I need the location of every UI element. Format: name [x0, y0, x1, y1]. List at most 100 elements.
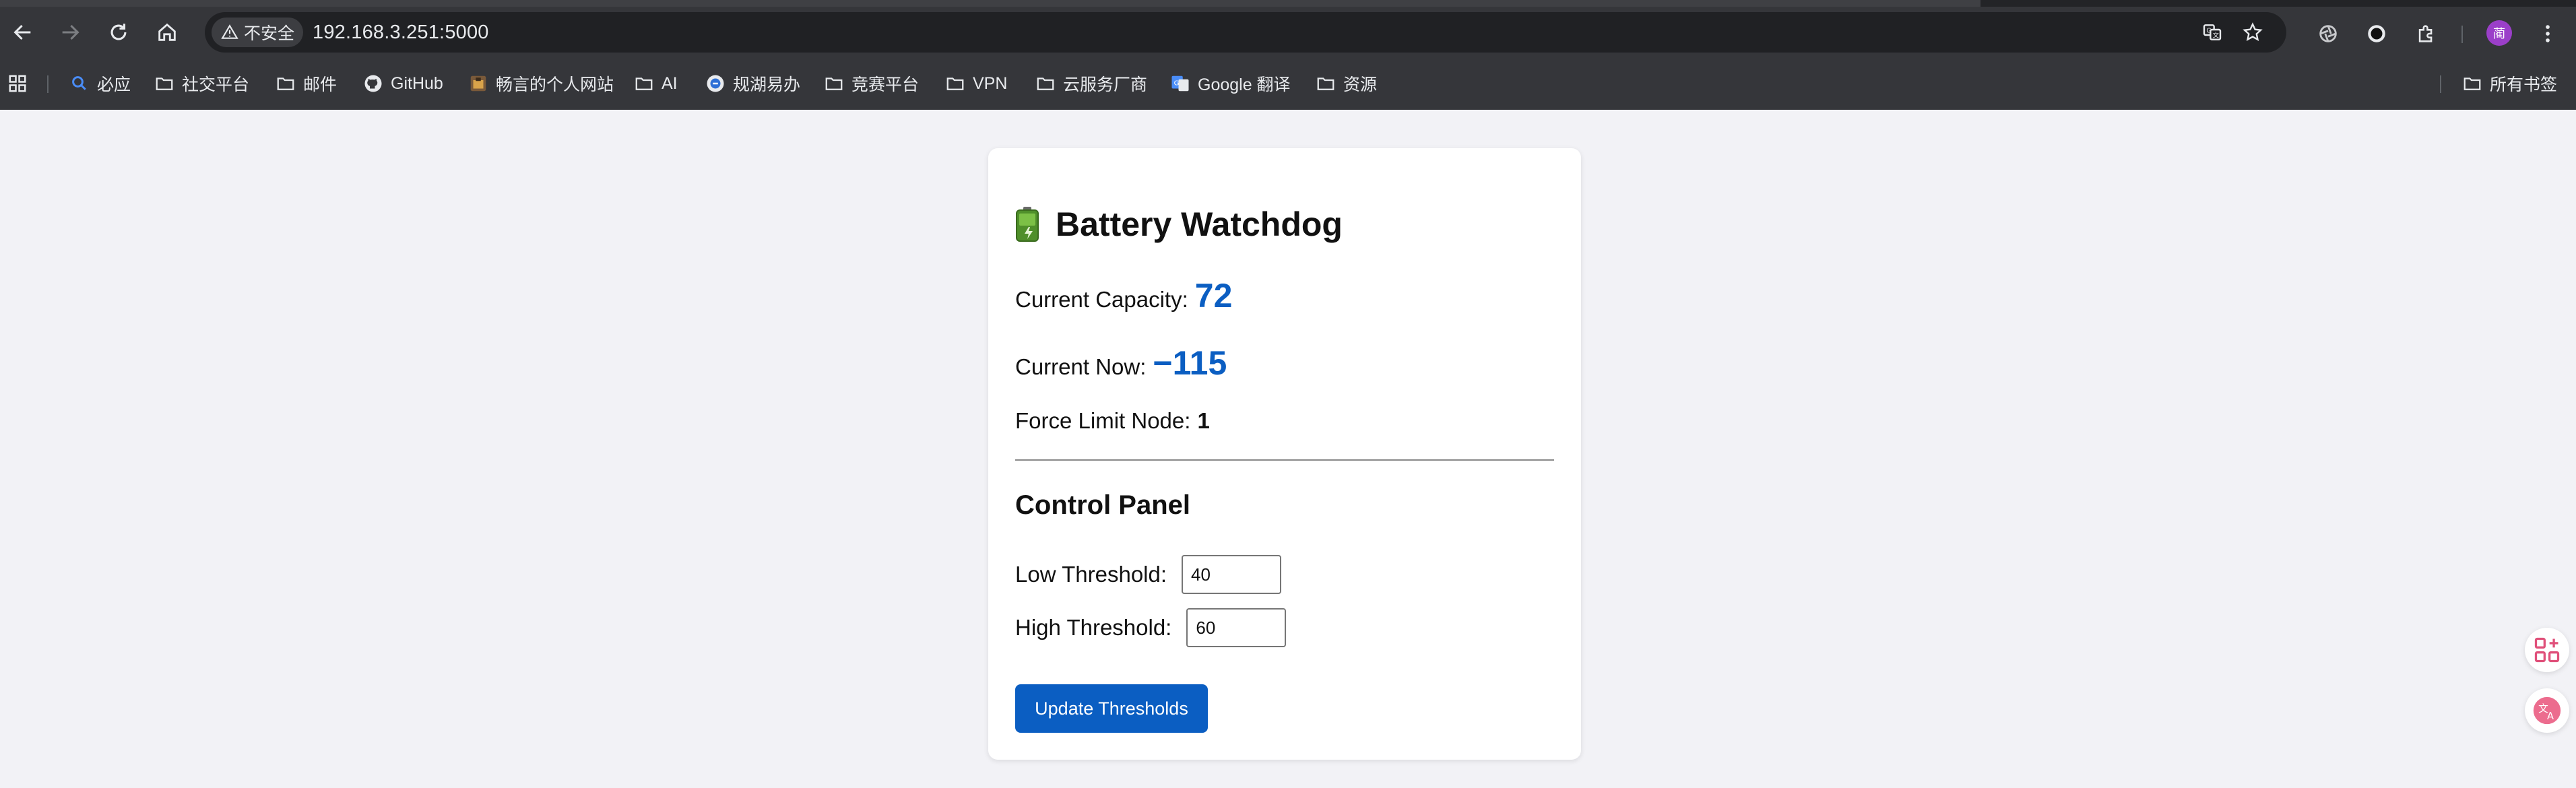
low-threshold-label: Low Threshold:: [1015, 562, 1167, 587]
search-icon: [72, 76, 86, 90]
divider: [1015, 459, 1554, 461]
github-icon: [364, 75, 382, 92]
arrow-right-icon: [62, 24, 79, 40]
security-indicator[interactable]: 不安全: [212, 18, 303, 47]
current-now-value: −115: [1153, 344, 1227, 382]
translate-page-button[interactable]: G文: [2199, 19, 2226, 46]
capacity-row: Current Capacity: 72: [1015, 276, 1232, 315]
control-panel-title: Control Panel: [1015, 490, 1191, 520]
browser-menu-button[interactable]: [2534, 20, 2561, 47]
current-now-row: Current Now: −115: [1015, 343, 1227, 383]
svg-text:文: 文: [2213, 31, 2219, 39]
warning-icon: [221, 24, 238, 39]
bookmark-google-translate[interactable]: G Google 翻译: [1169, 71, 1291, 96]
apps-button[interactable]: [7, 71, 35, 96]
bookmark-ai[interactable]: AI: [633, 71, 678, 96]
folder-icon: [825, 77, 843, 90]
google-translate-icon: G: [1171, 75, 1189, 92]
puzzle-icon: [2418, 25, 2433, 42]
bookmark-label: GitHub: [391, 73, 443, 93]
extension-button-2[interactable]: [2363, 20, 2390, 47]
force-limit-value: 1: [1197, 408, 1210, 433]
bookmark-personal-site[interactable]: 畅言的个人网站: [468, 71, 614, 96]
reload-button[interactable]: [102, 16, 135, 48]
capacity-label: Current Capacity:: [1015, 287, 1188, 312]
translate-icon: G文: [2203, 24, 2222, 40]
bookmark-service[interactable]: 规湖易办: [705, 71, 800, 96]
force-limit-label: Force Limit Node:: [1015, 408, 1191, 433]
folder-icon: [635, 77, 653, 90]
bookmark-github[interactable]: GitHub: [362, 71, 443, 96]
more-vertical-icon: [2546, 25, 2550, 42]
browser-chrome: 不安全 192.168.3.251:5000 G文 蔺 必应 社交平台 邮件 G…: [0, 0, 2576, 110]
low-threshold-input[interactable]: [1182, 555, 1282, 594]
folder-icon: [2464, 77, 2481, 90]
bookmark-label: 邮件: [303, 75, 337, 94]
bookmark-competitions[interactable]: 竞赛平台: [823, 71, 919, 96]
bookmark-label: VPN: [973, 73, 1008, 93]
folder-icon: [1037, 77, 1054, 90]
svg-text:A: A: [2547, 711, 2554, 722]
back-button[interactable]: [7, 16, 39, 48]
bookmark-label: 规湖易办: [733, 75, 801, 94]
bookmark-label: AI: [662, 73, 678, 93]
high-threshold-input[interactable]: [1186, 608, 1287, 647]
folder-icon: [1317, 77, 1334, 90]
bookmark-mail[interactable]: 邮件: [275, 71, 337, 96]
update-thresholds-button[interactable]: Update Thresholds: [1015, 684, 1208, 733]
aperture-icon: [2319, 25, 2337, 42]
folder-icon: [156, 77, 173, 90]
bookmark-label: 资源: [1343, 75, 1378, 94]
capacity-value: 72: [1194, 277, 1233, 315]
bookmark-vpn[interactable]: VPN: [944, 71, 1007, 96]
bookmark-label: 畅言的个人网站: [496, 75, 614, 94]
low-threshold-row: Low Threshold:: [1015, 555, 1282, 594]
browser-toolbar: 不安全 192.168.3.251:5000 G文 蔺: [0, 7, 2576, 58]
bookmark-bing[interactable]: 必应: [69, 71, 131, 96]
bookmark-star-button[interactable]: [2239, 19, 2266, 46]
reload-icon: [110, 24, 127, 40]
current-now-label: Current Now:: [1015, 354, 1147, 379]
translate-icon: 文A: [2533, 696, 2561, 725]
home-icon: [158, 23, 176, 41]
svg-text:G: G: [1174, 80, 1180, 88]
battery-icon: [1016, 207, 1039, 242]
extensions-menu-button[interactable]: [2413, 20, 2440, 47]
arrow-left-icon: [13, 24, 31, 40]
forward-button[interactable]: [54, 16, 86, 48]
apps-grid-icon: [9, 75, 26, 92]
svg-text:G: G: [2206, 28, 2211, 35]
bookmark-cloud[interactable]: 云服务厂商: [1035, 71, 1147, 96]
folder-icon: [277, 77, 294, 90]
folder-icon: [946, 77, 964, 90]
all-bookmarks-label: 所有书签: [2490, 75, 2558, 94]
site-favicon: [470, 75, 486, 92]
extension-button-1[interactable]: [2315, 20, 2342, 47]
url-text[interactable]: 192.168.3.251:5000: [313, 22, 489, 44]
page-title: Battery Watchdog: [1015, 205, 1343, 244]
home-button[interactable]: [151, 16, 183, 48]
battery-card: Battery Watchdog Current Capacity: 72 Cu…: [988, 148, 1581, 760]
security-label: 不安全: [244, 24, 295, 43]
bookmark-label: 社交平台: [182, 75, 250, 94]
high-threshold-row: High Threshold:: [1015, 608, 1287, 647]
apps-widget-button[interactable]: [2525, 628, 2569, 672]
profile-avatar[interactable]: 蔺: [2486, 20, 2512, 46]
site-favicon: [707, 75, 724, 92]
bookmark-resources[interactable]: 资源: [1315, 71, 1377, 96]
force-limit-row: Force Limit Node: 1: [1015, 408, 1210, 434]
bookmark-label: Google 翻译: [1198, 75, 1291, 94]
apps-add-icon: [2534, 637, 2560, 663]
star-icon: [2243, 22, 2263, 41]
bookmark-label: 竞赛平台: [851, 75, 920, 94]
translate-widget-button[interactable]: 文A: [2525, 688, 2569, 733]
bookmark-social[interactable]: 社交平台: [154, 71, 249, 96]
bookmark-label: 必应: [97, 75, 131, 94]
record-icon: [2368, 25, 2385, 42]
tab-strip: [0, 0, 2576, 7]
address-bar[interactable]: 不安全 192.168.3.251:5000 G文: [205, 12, 2286, 53]
title-text: Battery Watchdog: [1056, 205, 1343, 243]
high-threshold-label: High Threshold:: [1015, 615, 1172, 640]
all-bookmarks[interactable]: 所有书签: [2461, 71, 2557, 96]
bookmark-label: 云服务厂商: [1063, 75, 1148, 94]
